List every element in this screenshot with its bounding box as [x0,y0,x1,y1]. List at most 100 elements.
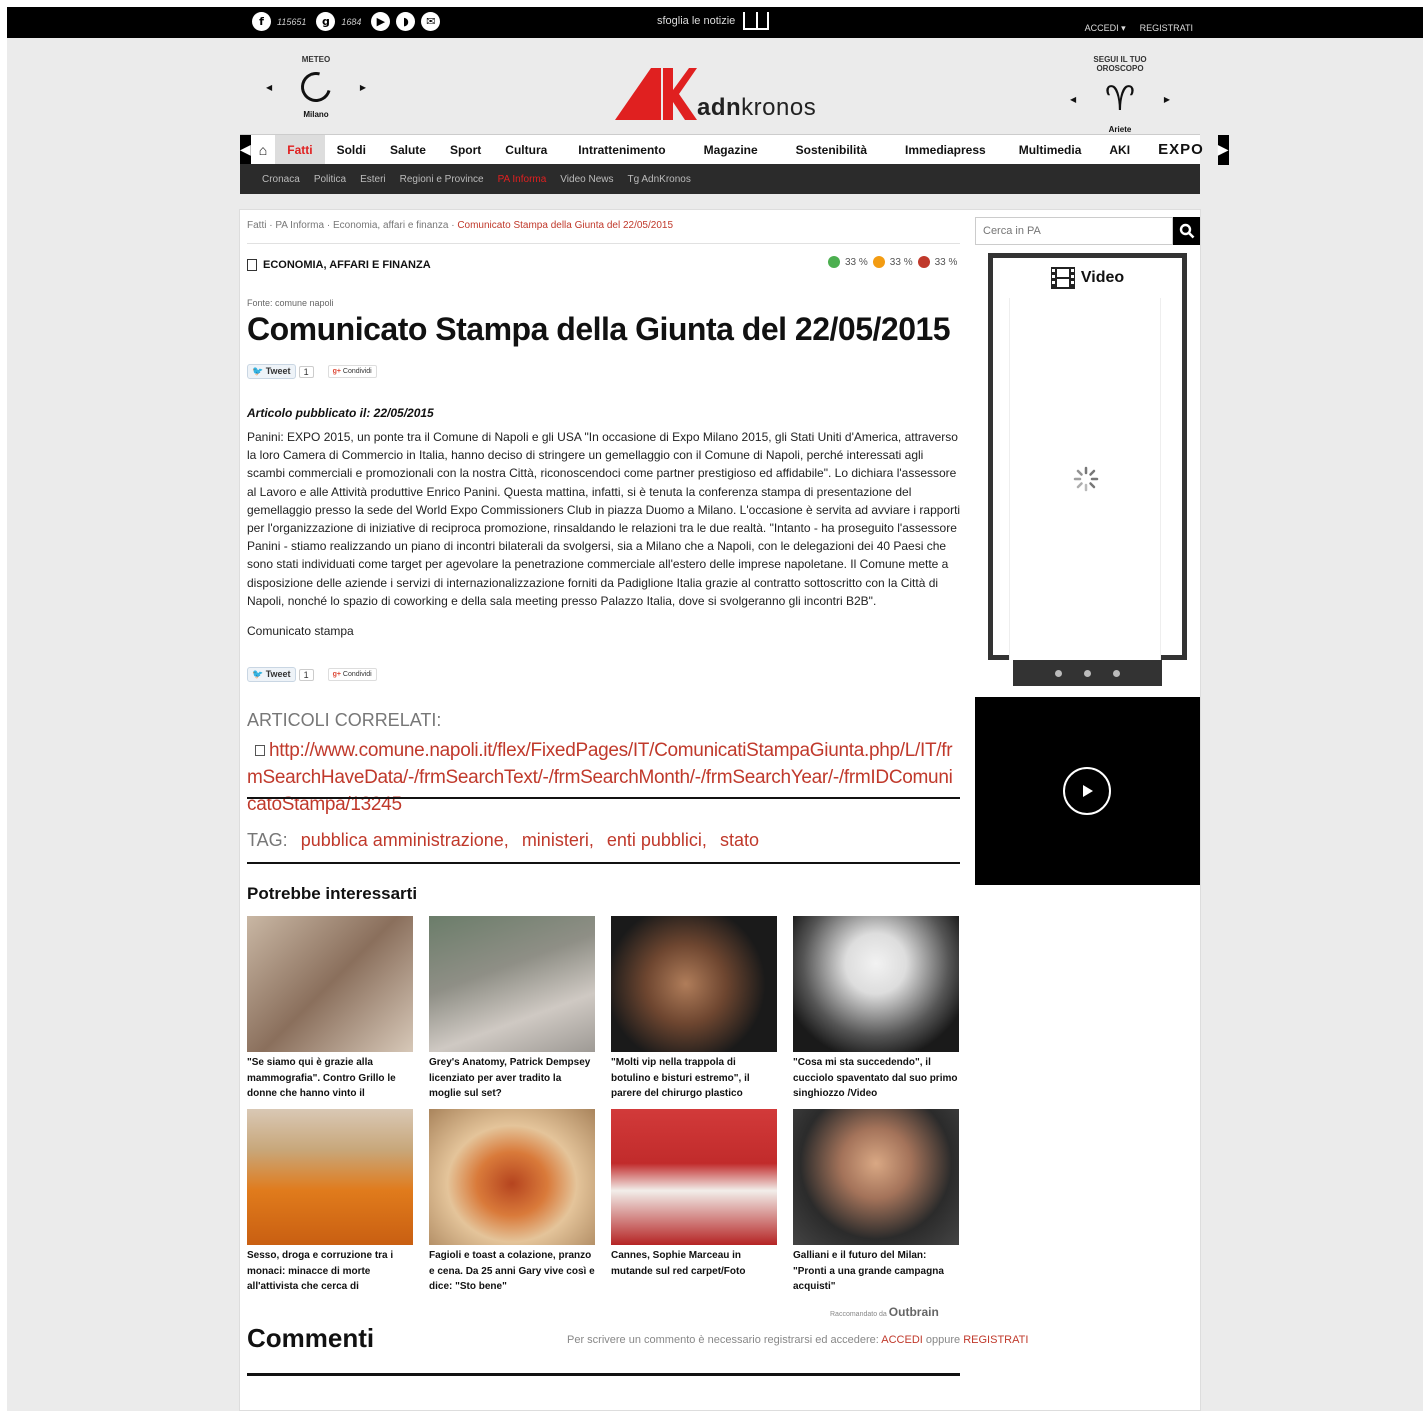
recommended-card[interactable]: "Cosa mi sta succedendo", il cucciolo sp… [793,916,959,1102]
main-nav: ◀ ⌂ Fatti Soldi Salute Sport Cultura Int… [240,134,1229,165]
google-plus-icon[interactable]: g [316,12,336,31]
gplus-share-button-bottom[interactable]: g+ Condividi [327,668,377,681]
tag-link[interactable]: pubblica amministrazione, [301,830,509,850]
neutral-face-icon[interactable] [872,256,885,268]
recommended-card[interactable]: Grey's Anatomy, Patrick Dempsey licenzia… [429,916,595,1102]
recommended-card[interactable]: Sesso, droga e corruzione tra i monaci: … [247,1109,413,1295]
carousel-dot[interactable] [1113,669,1120,677]
oroscopo-widget: SEGUI IL TUO OROSCOPO ◀ ♈ ▶ Ariete [1070,55,1170,134]
nav-item-immediapress[interactable]: Immediapress [886,135,1005,165]
adnkronos-logo[interactable]: adnkronos [615,68,816,120]
film-icon [1050,267,1075,289]
expo-logo[interactable]: EXPO [1144,141,1218,158]
subnav-item-pa-informa[interactable]: PA Informa [498,174,547,185]
outbrain-credit[interactable]: Raccomandato da Outbrain [830,1305,939,1319]
tweet-button-bottom[interactable]: 🐦 Tweet [247,667,296,682]
card-image [611,916,777,1052]
meteo-prev-arrow-icon[interactable]: ◀ [266,83,272,92]
breadcrumb-pa-informa[interactable]: PA Informa [275,220,324,231]
subnav-item-cronaca[interactable]: Cronaca [262,174,300,185]
home-icon[interactable]: ⌂ [251,135,275,165]
divider-tags [247,862,960,864]
nav-item-salute[interactable]: Salute [378,135,438,165]
card-image [793,916,959,1052]
subnav-item-regioni[interactable]: Regioni e Province [400,174,484,185]
angry-face-icon[interactable] [917,256,930,268]
tag-link[interactable]: stato [720,830,759,850]
divider-comments [247,1373,960,1376]
nav-item-cultura[interactable]: Cultura [493,135,559,165]
comments-registrati-link[interactable]: REGISTRATI [963,1334,1028,1346]
sfoglia-label: sfoglia le notizie [657,15,736,27]
logo-mark-icon [615,68,697,120]
vote-positive: 33 % [845,256,868,268]
recommended-card[interactable]: Cannes, Sophie Marceau in mutande sul re… [611,1109,777,1279]
accedi-link[interactable]: ACCEDI ▾ [1085,23,1126,34]
meteo-label: METEO [301,55,331,64]
nav-next-arrow-icon[interactable]: ▶ [1217,134,1229,165]
recommended-card[interactable]: "Molti vip nella trappola di botulino e … [611,916,777,1102]
article-footer-note: Comunicato stampa [247,624,354,638]
comments-heading: Commenti [247,1323,375,1353]
tag-link[interactable]: ministeri, [522,830,594,850]
sub-nav: Cronaca Politica Esteri Regioni e Provin… [240,164,1200,194]
google-plus-count: 1684 [341,16,362,27]
search-input[interactable] [975,217,1173,245]
oroscopo-next-arrow-icon[interactable]: ▶ [1164,95,1170,104]
rss-icon[interactable]: ◗ [396,12,416,31]
nav-item-magazine[interactable]: Magazine [685,135,777,165]
breadcrumb: Fatti · PA Informa · Economia, affari e … [247,220,674,231]
facebook-icon[interactable]: f [252,12,271,31]
section-label[interactable]: ECONOMIA, AFFARI E FINANZA [247,259,431,271]
breadcrumb-fatti[interactable]: Fatti [247,220,266,231]
nav-prev-arrow-icon[interactable]: ◀ [240,134,251,165]
top-bar: f 115651 g 1684 ▶ ◗ ✉ sfoglia le notizie… [7,7,1423,38]
recommended-card[interactable]: "Se siamo qui è grazie alla mammografia"… [247,916,413,1102]
newsletter-icon[interactable]: ✉ [421,12,441,31]
youtube-icon[interactable]: ▶ [371,12,391,31]
nav-item-sport[interactable]: Sport [438,135,493,165]
sfoglia-link[interactable]: sfoglia le notizie [657,12,770,30]
outbrain-logo: Outbrain [888,1305,939,1319]
facebook-count: 115651 [277,16,307,27]
subnav-item-tg[interactable]: Tg AdnKronos [627,174,690,185]
meteo-widget: METEO ◀ ▶ Milano [266,55,366,119]
play-icon[interactable] [1063,767,1111,815]
card-image [429,916,595,1052]
carousel-dot[interactable] [1055,669,1062,677]
video-header: Video [993,258,1182,298]
article-source: Fonte: comune napoli [247,298,334,308]
logo-text: adnkronos [697,94,817,121]
nav-item-fatti[interactable]: Fatti [275,134,325,165]
comments-accedi-link[interactable]: ACCEDI [881,1334,923,1346]
oroscopo-prev-arrow-icon[interactable]: ◀ [1070,95,1076,104]
subnav-item-politica[interactable]: Politica [314,174,346,185]
meteo-next-arrow-icon[interactable]: ▶ [360,83,366,92]
carousel-dot[interactable] [1084,669,1091,677]
subnav-item-video-news[interactable]: Video News [560,174,613,185]
social-links: f 115651 g 1684 ▶ ◗ ✉ [252,12,441,31]
nav-item-soldi[interactable]: Soldi [325,135,378,165]
nav-item-multimedia[interactable]: Multimedia [1005,135,1096,165]
card-image [247,916,413,1052]
video-player[interactable] [975,697,1200,885]
tags: TAG: pubblica amministrazione, ministeri… [247,830,759,851]
recommended-card[interactable]: Fagioli e toast a colazione, pranzo e ce… [429,1109,595,1295]
video-widget: Video [988,253,1187,660]
gplus-share-button[interactable]: g+ Condividi [327,365,377,378]
vote-negative: 33 % [934,256,958,268]
search-button[interactable] [1173,217,1200,245]
happy-face-icon[interactable] [828,256,840,268]
tweet-button[interactable]: 🐦 Tweet [247,364,296,379]
card-caption: "Se siamo qui è grazie alla mammografia"… [247,1057,396,1099]
nav-item-aki[interactable]: AKI [1095,135,1144,165]
subnav-item-esteri[interactable]: Esteri [360,174,386,185]
correlati-link[interactable]: http://www.comune.napoli.it/flex/FixedPa… [247,737,960,818]
breadcrumb-economia[interactable]: Economia, affari e finanza [333,220,448,231]
vote-widget: 33 % 33 % 33 % [828,256,957,268]
tag-link[interactable]: enti pubblici, [607,830,707,850]
registrati-link[interactable]: REGISTRATI [1140,23,1193,34]
nav-item-intrattenimento[interactable]: Intrattenimento [559,135,684,165]
nav-item-sostenibilita[interactable]: Sostenibilità [777,135,886,165]
recommended-card[interactable]: Galliani e il futuro del Milan: "Pronti … [793,1109,959,1295]
